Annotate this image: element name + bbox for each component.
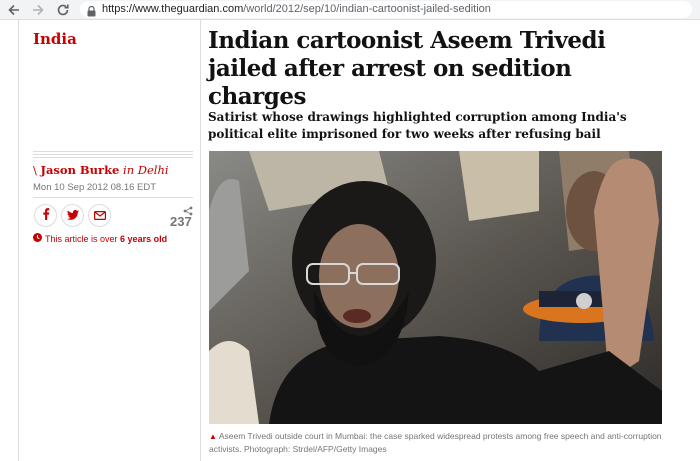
- author-link[interactable]: Jason Burke: [41, 163, 120, 177]
- section-label[interactable]: India: [33, 30, 77, 48]
- url-text: https://www.theguardian.com/world/2012/s…: [102, 3, 491, 15]
- lock-icon: [87, 4, 96, 22]
- age-prefix: This article is over: [45, 233, 118, 244]
- article-standfirst: Satirist whose drawings highlighted corr…: [208, 110, 627, 141]
- share-count: 237: [170, 214, 192, 229]
- address-bar[interactable]: https://www.theguardian.com/world/2012/s…: [80, 1, 692, 18]
- caption-text: Aseem Trivedi outside court in Mumbai: t…: [209, 431, 662, 454]
- reload-icon[interactable]: [55, 2, 71, 18]
- back-arrow-icon[interactable]: [6, 2, 22, 18]
- clock-icon: [33, 233, 42, 244]
- twitter-share-button[interactable]: [61, 204, 84, 227]
- browser-toolbar: https://www.theguardian.com/world/2012/s…: [0, 0, 700, 20]
- photo-caption: ▲ Aseem Trivedi outside court in Mumbai:…: [209, 430, 662, 455]
- facebook-share-button[interactable]: [34, 204, 57, 227]
- byline: \ Jason Burke in Delhi: [33, 163, 169, 177]
- facebook-icon: [42, 207, 50, 225]
- column-divider-left: [18, 20, 19, 461]
- twitter-icon: [66, 207, 79, 225]
- column-divider-middle: [200, 20, 201, 461]
- publish-date: Mon 10 Sep 2012 08.16 EDT: [33, 182, 157, 193]
- article-headline: Indian cartoonist Aseem Trivedi jailed a…: [208, 27, 606, 110]
- age-value: 6 years old: [120, 233, 168, 244]
- byline-location: in Delhi: [123, 163, 169, 177]
- article-photo: [209, 151, 662, 424]
- article-age-warning: This article is over 6 years old: [33, 233, 167, 244]
- date-divider: [33, 197, 193, 198]
- forward-arrow-icon[interactable]: [30, 2, 46, 18]
- email-icon: [93, 207, 106, 225]
- caption-triangle-icon: ▲: [209, 432, 217, 441]
- email-share-button[interactable]: [88, 204, 111, 227]
- byline-bar: \: [33, 163, 37, 177]
- byline-rules: [33, 151, 193, 160]
